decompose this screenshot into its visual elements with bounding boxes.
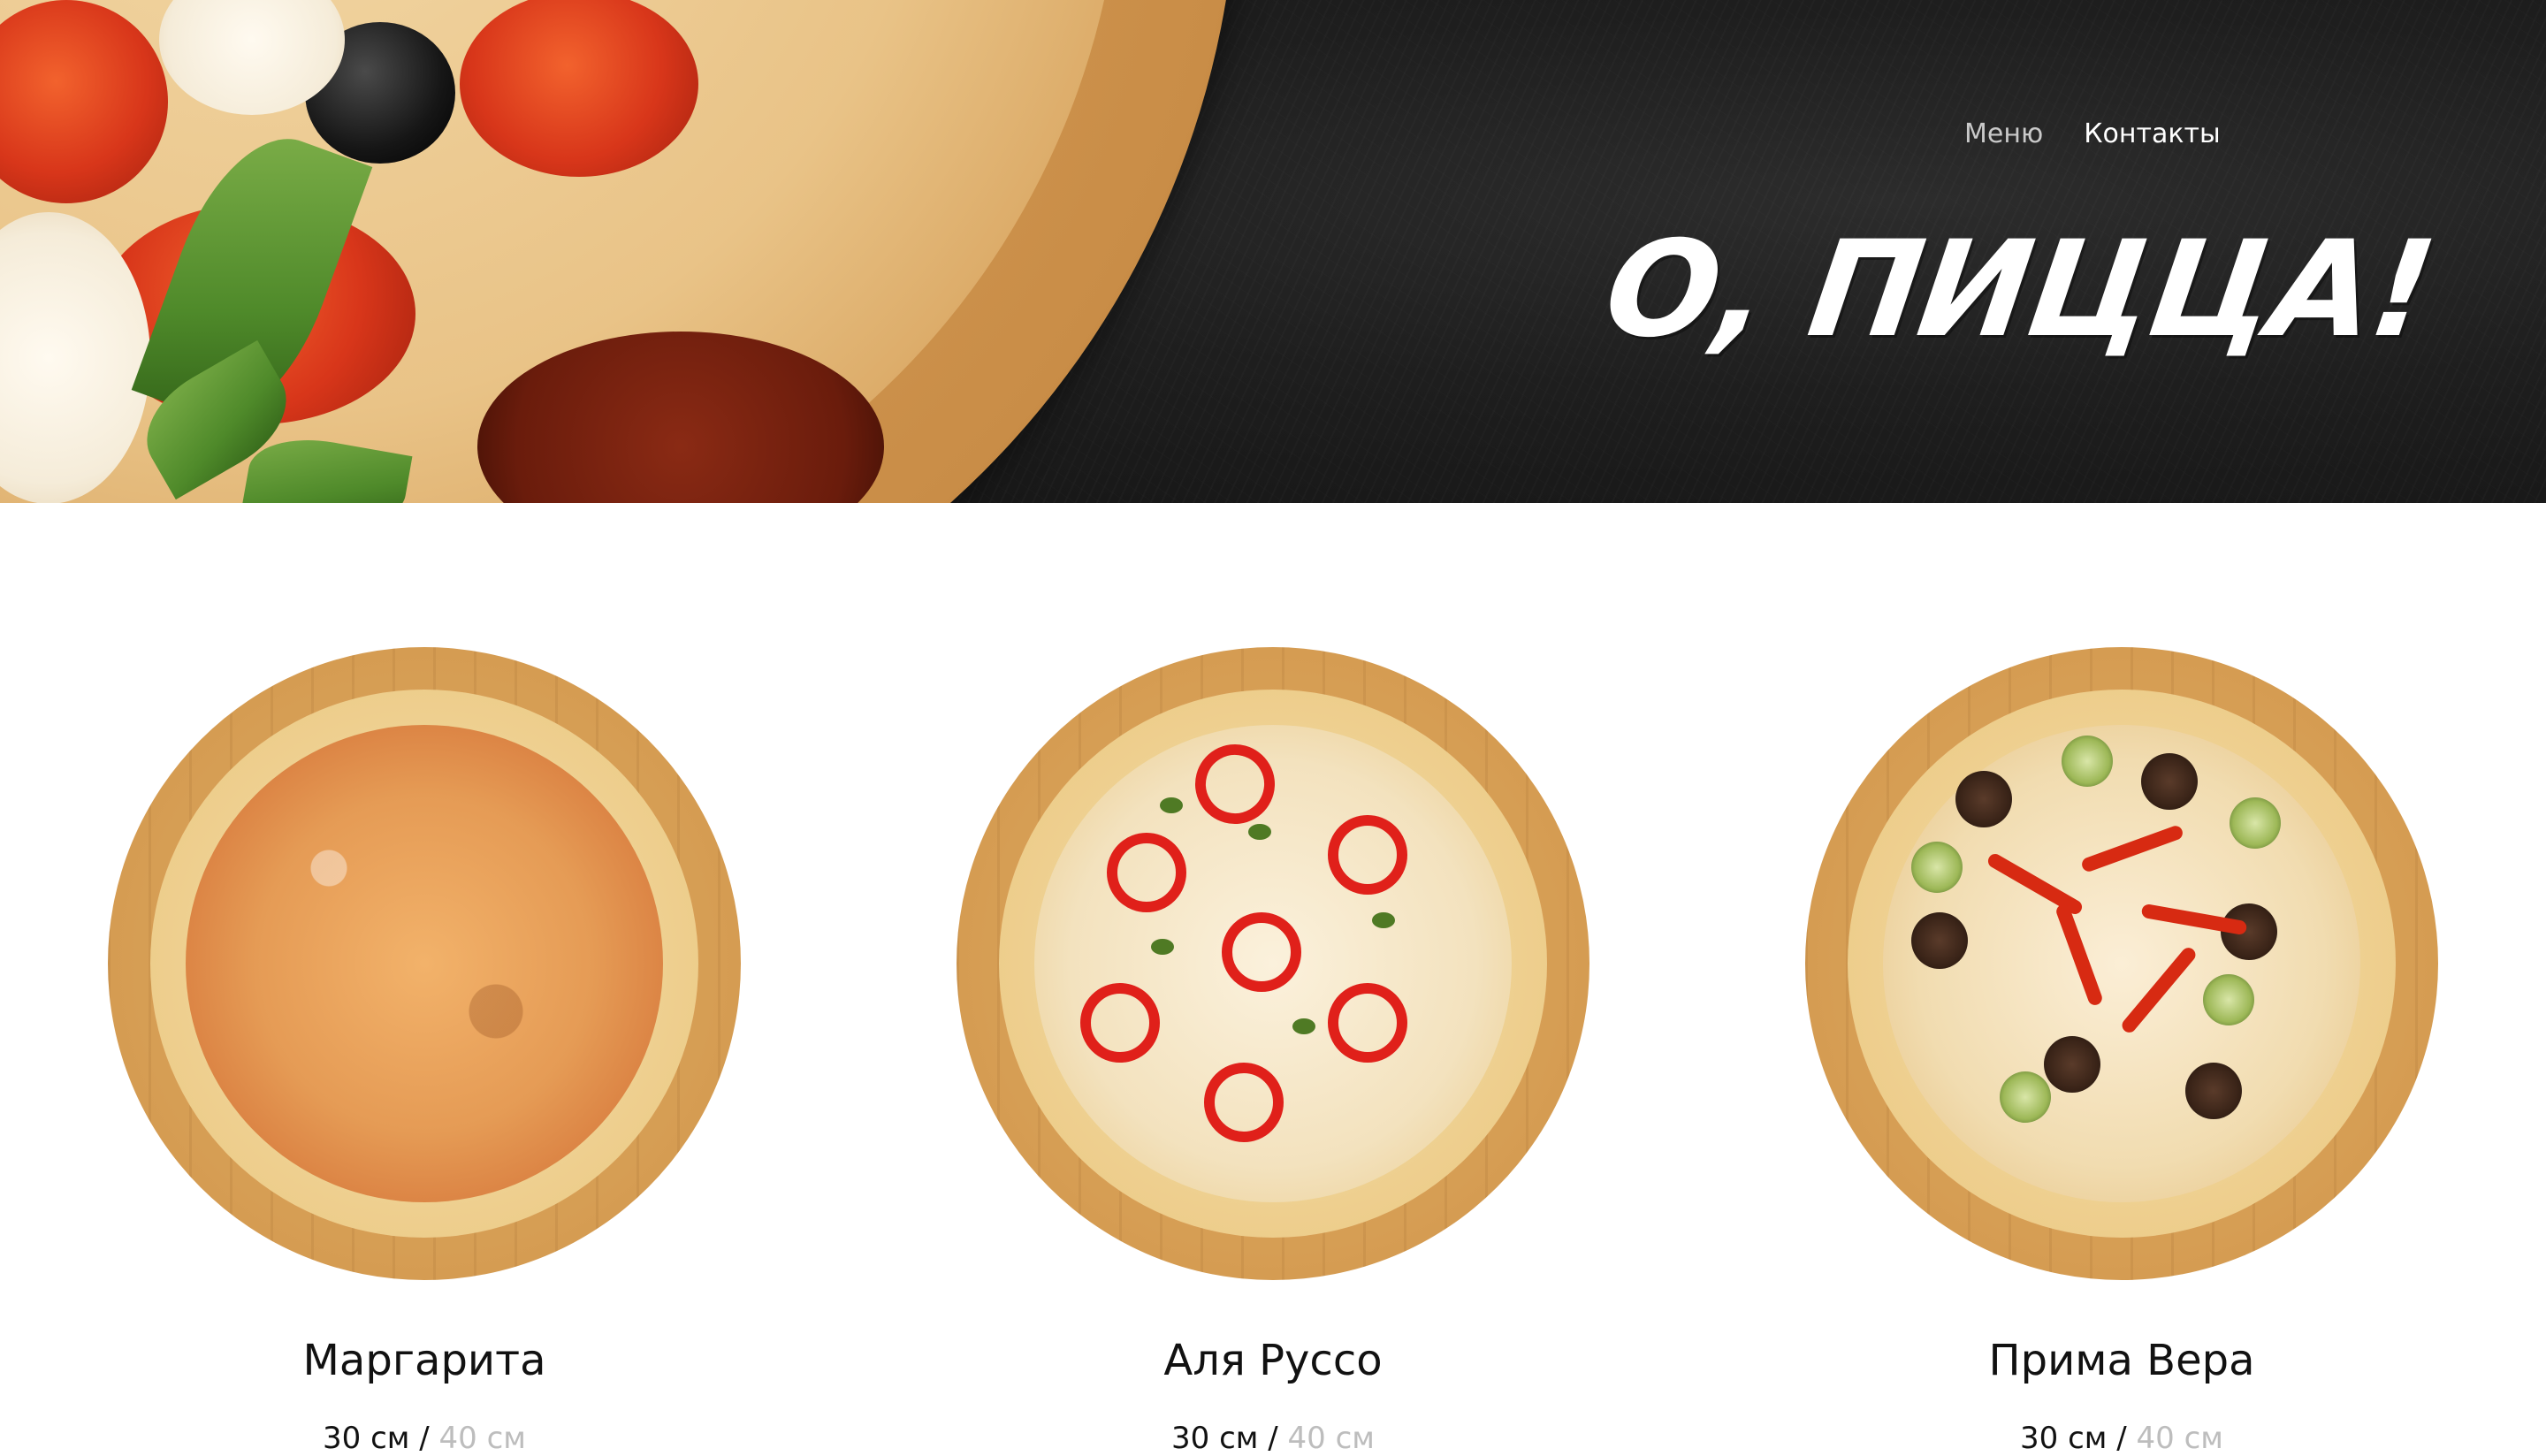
product-image-alya-russo[interactable] [957, 647, 1589, 1280]
zucchini-slice [2062, 736, 2113, 787]
site-logo[interactable]: О, ПИЦЦА! [1595, 202, 2443, 378]
nav-link-menu[interactable]: Меню [1964, 118, 2043, 149]
eggplant-slice [2185, 1063, 2242, 1119]
size-separator: / [1268, 1421, 1288, 1456]
jalapeno-slice [1292, 1018, 1315, 1034]
size-option-30[interactable]: 30 см [2020, 1421, 2107, 1456]
red-pepper-ring [1328, 983, 1407, 1063]
eggplant-slice [1911, 912, 1968, 969]
eggplant-slice [2044, 1036, 2100, 1093]
product-title[interactable]: Маргарита [106, 1336, 743, 1385]
jalapeno-slice [1151, 939, 1174, 955]
size-selector: 30 см / 40 см [955, 1421, 1591, 1456]
product-card-margarita: Маргарита 30 см / 40 см [106, 503, 743, 1456]
size-option-30[interactable]: 30 см [1171, 1421, 1258, 1456]
size-selector: 30 см / 40 см [106, 1421, 743, 1456]
size-option-40[interactable]: 40 см [439, 1421, 526, 1456]
product-card-alya-russo: Аля Руссо 30 см / 40 см [955, 503, 1591, 1456]
eggplant-slice [1955, 771, 2012, 827]
pizza-cheese [186, 725, 663, 1202]
red-pepper-ring [1107, 833, 1186, 912]
size-option-40[interactable]: 40 см [1288, 1421, 1375, 1456]
size-separator: / [419, 1421, 439, 1456]
jalapeno-slice [1372, 912, 1395, 928]
product-image-prima-vera[interactable] [1805, 647, 2438, 1280]
red-pepper-ring [1222, 912, 1301, 992]
size-option-30[interactable]: 30 см [323, 1421, 409, 1456]
product-title[interactable]: Аля Руссо [955, 1336, 1591, 1385]
zucchini-slice [1911, 842, 1963, 893]
jalapeno-slice [1248, 824, 1271, 840]
zucchini-slice [2203, 974, 2254, 1025]
size-separator: / [2116, 1421, 2137, 1456]
product-grid: Маргарита 30 см / 40 см Аля Руссо 30 см … [0, 503, 2546, 1456]
nav-link-contacts[interactable]: Контакты [2084, 118, 2220, 149]
red-pepper-ring [1080, 983, 1160, 1063]
zucchini-slice [2230, 797, 2281, 849]
red-pepper-ring [1204, 1063, 1284, 1142]
zucchini-slice [2000, 1071, 2051, 1123]
jalapeno-slice [1160, 797, 1183, 813]
main-nav: Меню Контакты [1964, 118, 2221, 149]
red-pepper-ring [1328, 815, 1407, 895]
size-selector: 30 см / 40 см [1803, 1421, 2440, 1456]
eggplant-slice [2141, 753, 2198, 810]
product-card-prima-vera: Прима Вера 30 см / 40 см [1803, 503, 2440, 1456]
product-image-margarita[interactable] [108, 647, 741, 1280]
size-option-40[interactable]: 40 см [2137, 1421, 2223, 1456]
hero-header: Меню Контакты О, ПИЦЦА! [0, 0, 2546, 503]
product-title[interactable]: Прима Вера [1803, 1336, 2440, 1385]
